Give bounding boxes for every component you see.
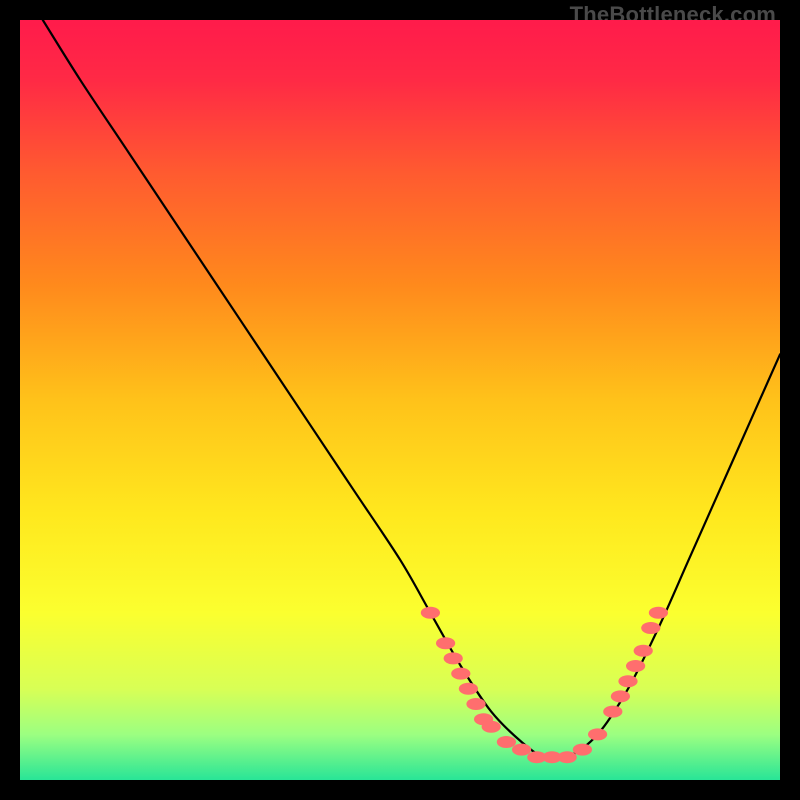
highlight-dot — [459, 683, 478, 695]
chart-frame — [20, 20, 780, 780]
highlight-dot — [611, 690, 630, 702]
highlight-dot — [512, 744, 531, 756]
highlight-dot — [482, 721, 501, 733]
highlight-dot — [421, 607, 440, 619]
highlight-dot — [603, 706, 622, 718]
highlight-dot — [573, 744, 592, 756]
bottleneck-chart — [20, 20, 780, 780]
highlight-dot — [618, 675, 637, 687]
highlight-dot — [641, 622, 660, 634]
highlight-dot — [436, 637, 455, 649]
highlight-dot — [451, 668, 470, 680]
highlight-dot — [444, 652, 463, 664]
highlight-dot — [626, 660, 645, 672]
highlight-dot — [558, 751, 577, 763]
highlight-dot — [649, 607, 668, 619]
highlight-dot — [497, 736, 516, 748]
highlight-dot — [588, 728, 607, 740]
highlight-dot — [466, 698, 485, 710]
highlight-dot — [634, 645, 653, 657]
gradient-background — [20, 20, 780, 780]
